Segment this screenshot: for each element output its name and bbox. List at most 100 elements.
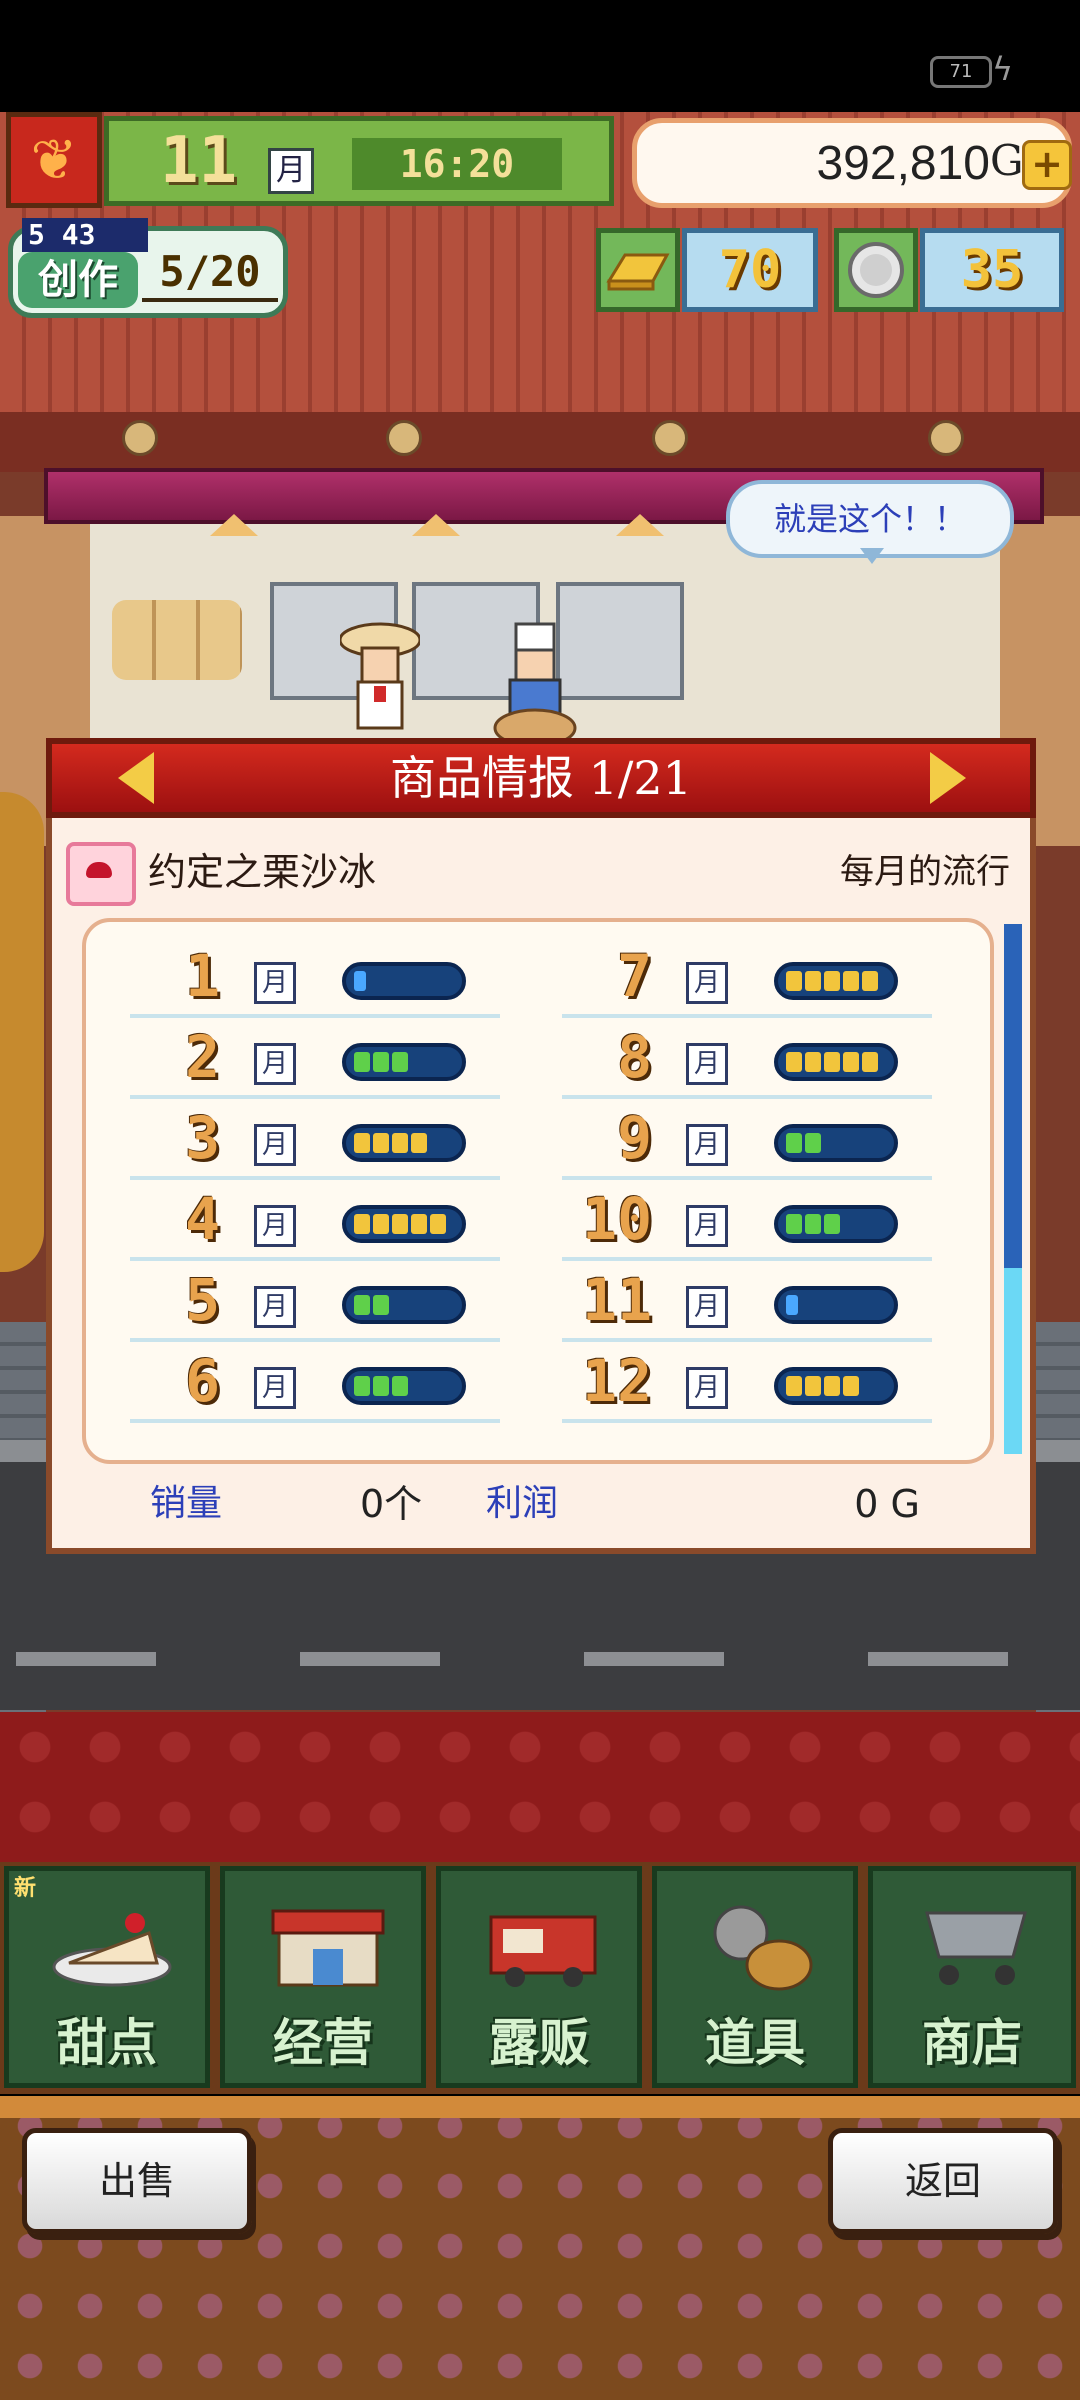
month-unit: 月 bbox=[254, 962, 296, 1004]
popularity-segment bbox=[843, 971, 859, 991]
craft-label: 创作 bbox=[18, 252, 138, 308]
cake-icon bbox=[52, 1913, 172, 1987]
popularity-segment bbox=[805, 1214, 821, 1234]
road-marking bbox=[868, 1652, 1008, 1666]
popularity-bar bbox=[342, 1286, 466, 1324]
ceiling-lamp-icon bbox=[616, 514, 664, 536]
profit-label: 利润 bbox=[486, 1483, 559, 1524]
shop-building-icon bbox=[271, 1909, 385, 1987]
popularity-bar bbox=[342, 1367, 466, 1405]
popularity-segment bbox=[786, 1295, 798, 1315]
popularity-bar bbox=[342, 1205, 466, 1243]
staff-character-icon bbox=[340, 622, 420, 730]
month-unit: 月 bbox=[254, 1124, 296, 1166]
gold-bar-count: 70 bbox=[682, 228, 818, 312]
scrollbar-thumb[interactable] bbox=[1004, 924, 1022, 1268]
menu-item-management[interactable]: 经营 bbox=[220, 1866, 426, 2088]
popularity-segment bbox=[862, 1052, 878, 1072]
silver-coin-count: 35 bbox=[920, 228, 1064, 312]
menu-item-food-stall[interactable]: 露贩 bbox=[436, 1866, 642, 2088]
month-unit: 月 bbox=[254, 1367, 296, 1409]
bottom-bar-frame bbox=[0, 2096, 1080, 2118]
row-divider bbox=[130, 1419, 500, 1423]
month-number: 8 bbox=[617, 1023, 652, 1091]
menu-item-items[interactable]: 道具 bbox=[652, 1866, 858, 2088]
popularity-bar bbox=[342, 1043, 466, 1081]
popularity-segment bbox=[392, 1214, 408, 1234]
popularity-segment bbox=[786, 1214, 802, 1234]
gear-bag-icon bbox=[713, 1905, 813, 1991]
month-unit: 月 bbox=[254, 1205, 296, 1247]
season-leaf-icon[interactable]: ❦ bbox=[6, 112, 102, 208]
popularity-segment bbox=[805, 1376, 821, 1396]
month-unit: 月 bbox=[686, 962, 728, 1004]
popularity-segment bbox=[354, 1133, 370, 1153]
popularity-segment bbox=[824, 1376, 840, 1396]
menu-label: 露贩 bbox=[489, 2014, 589, 2072]
popularity-segment bbox=[373, 1214, 389, 1234]
ceiling-lamp-icon bbox=[412, 514, 460, 536]
menu-label: 经营 bbox=[273, 2014, 373, 2072]
popularity-segment bbox=[354, 1214, 370, 1234]
back-button[interactable]: 返回 bbox=[828, 2128, 1058, 2234]
month-unit: 月 bbox=[686, 1205, 728, 1247]
popularity-segment bbox=[862, 971, 878, 991]
month-number: 7 bbox=[617, 942, 652, 1010]
money-amount: 392,810 bbox=[816, 137, 990, 190]
popularity-bar bbox=[774, 1043, 898, 1081]
popularity-segment bbox=[805, 1052, 821, 1072]
add-money-button[interactable]: + bbox=[1022, 140, 1072, 190]
popularity-segment bbox=[373, 1295, 389, 1315]
month-number: 1 bbox=[185, 942, 220, 1010]
shopping-cart-icon bbox=[925, 1911, 1027, 1985]
sell-button[interactable]: 出售 bbox=[22, 2128, 252, 2234]
food-truck-icon bbox=[489, 1915, 597, 1987]
status-bar bbox=[0, 0, 1080, 112]
roof-light-icon bbox=[122, 420, 158, 456]
month-number: 9 bbox=[617, 1104, 652, 1172]
sales-label: 销量 bbox=[150, 1483, 223, 1524]
menu-label: 商店 bbox=[922, 2014, 1022, 2072]
red-carpet bbox=[0, 1712, 1080, 1862]
popularity-segment bbox=[354, 1295, 370, 1315]
month-unit: 月 bbox=[254, 1286, 296, 1328]
popularity-segment bbox=[786, 1376, 802, 1396]
menu-label: 甜点 bbox=[57, 2014, 157, 2072]
month-unit: 月 bbox=[254, 1043, 296, 1085]
month-number: 11 bbox=[160, 124, 238, 198]
popularity-segment bbox=[354, 971, 366, 991]
new-badge: 新 bbox=[14, 1876, 37, 1901]
popularity-segment bbox=[786, 971, 802, 991]
road-marking bbox=[584, 1652, 724, 1666]
popularity-segment bbox=[786, 1133, 802, 1153]
month-number: 5 bbox=[185, 1266, 220, 1334]
popularity-segment bbox=[354, 1376, 370, 1396]
trend-label: 每月的流行 bbox=[840, 852, 1010, 892]
month-number: 3 bbox=[185, 1104, 220, 1172]
panel-title: 商品情报 1/21 bbox=[390, 751, 692, 805]
roof-shadow bbox=[0, 412, 1080, 472]
prev-arrow-icon[interactable] bbox=[118, 752, 154, 804]
popularity-segment bbox=[805, 971, 821, 991]
popularity-segment bbox=[786, 1052, 802, 1072]
month-unit: 月 bbox=[686, 1124, 728, 1166]
popularity-bar bbox=[774, 962, 898, 1000]
popularity-segment bbox=[411, 1133, 427, 1153]
road-marking bbox=[16, 1652, 156, 1666]
popularity-bar bbox=[774, 1286, 898, 1324]
popularity-bar bbox=[342, 1124, 466, 1162]
bread-shelf-icon bbox=[112, 600, 242, 680]
month-number: 11 bbox=[582, 1266, 652, 1334]
speech-bubble: 就是这个！！ bbox=[726, 480, 1014, 558]
battery-indicator: 71 bbox=[930, 56, 992, 88]
month-unit: 月 bbox=[686, 1367, 728, 1409]
popularity-bar bbox=[342, 962, 466, 1000]
menu-item-store[interactable]: 商店 bbox=[868, 1866, 1076, 2088]
popularity-segment bbox=[392, 1052, 408, 1072]
popularity-bar bbox=[774, 1205, 898, 1243]
speech-bubble-tail bbox=[860, 548, 884, 564]
next-arrow-icon[interactable] bbox=[930, 752, 966, 804]
silver-coin-icon bbox=[834, 228, 918, 312]
gold-bar-icon bbox=[596, 228, 680, 312]
month-number: 6 bbox=[185, 1347, 220, 1415]
